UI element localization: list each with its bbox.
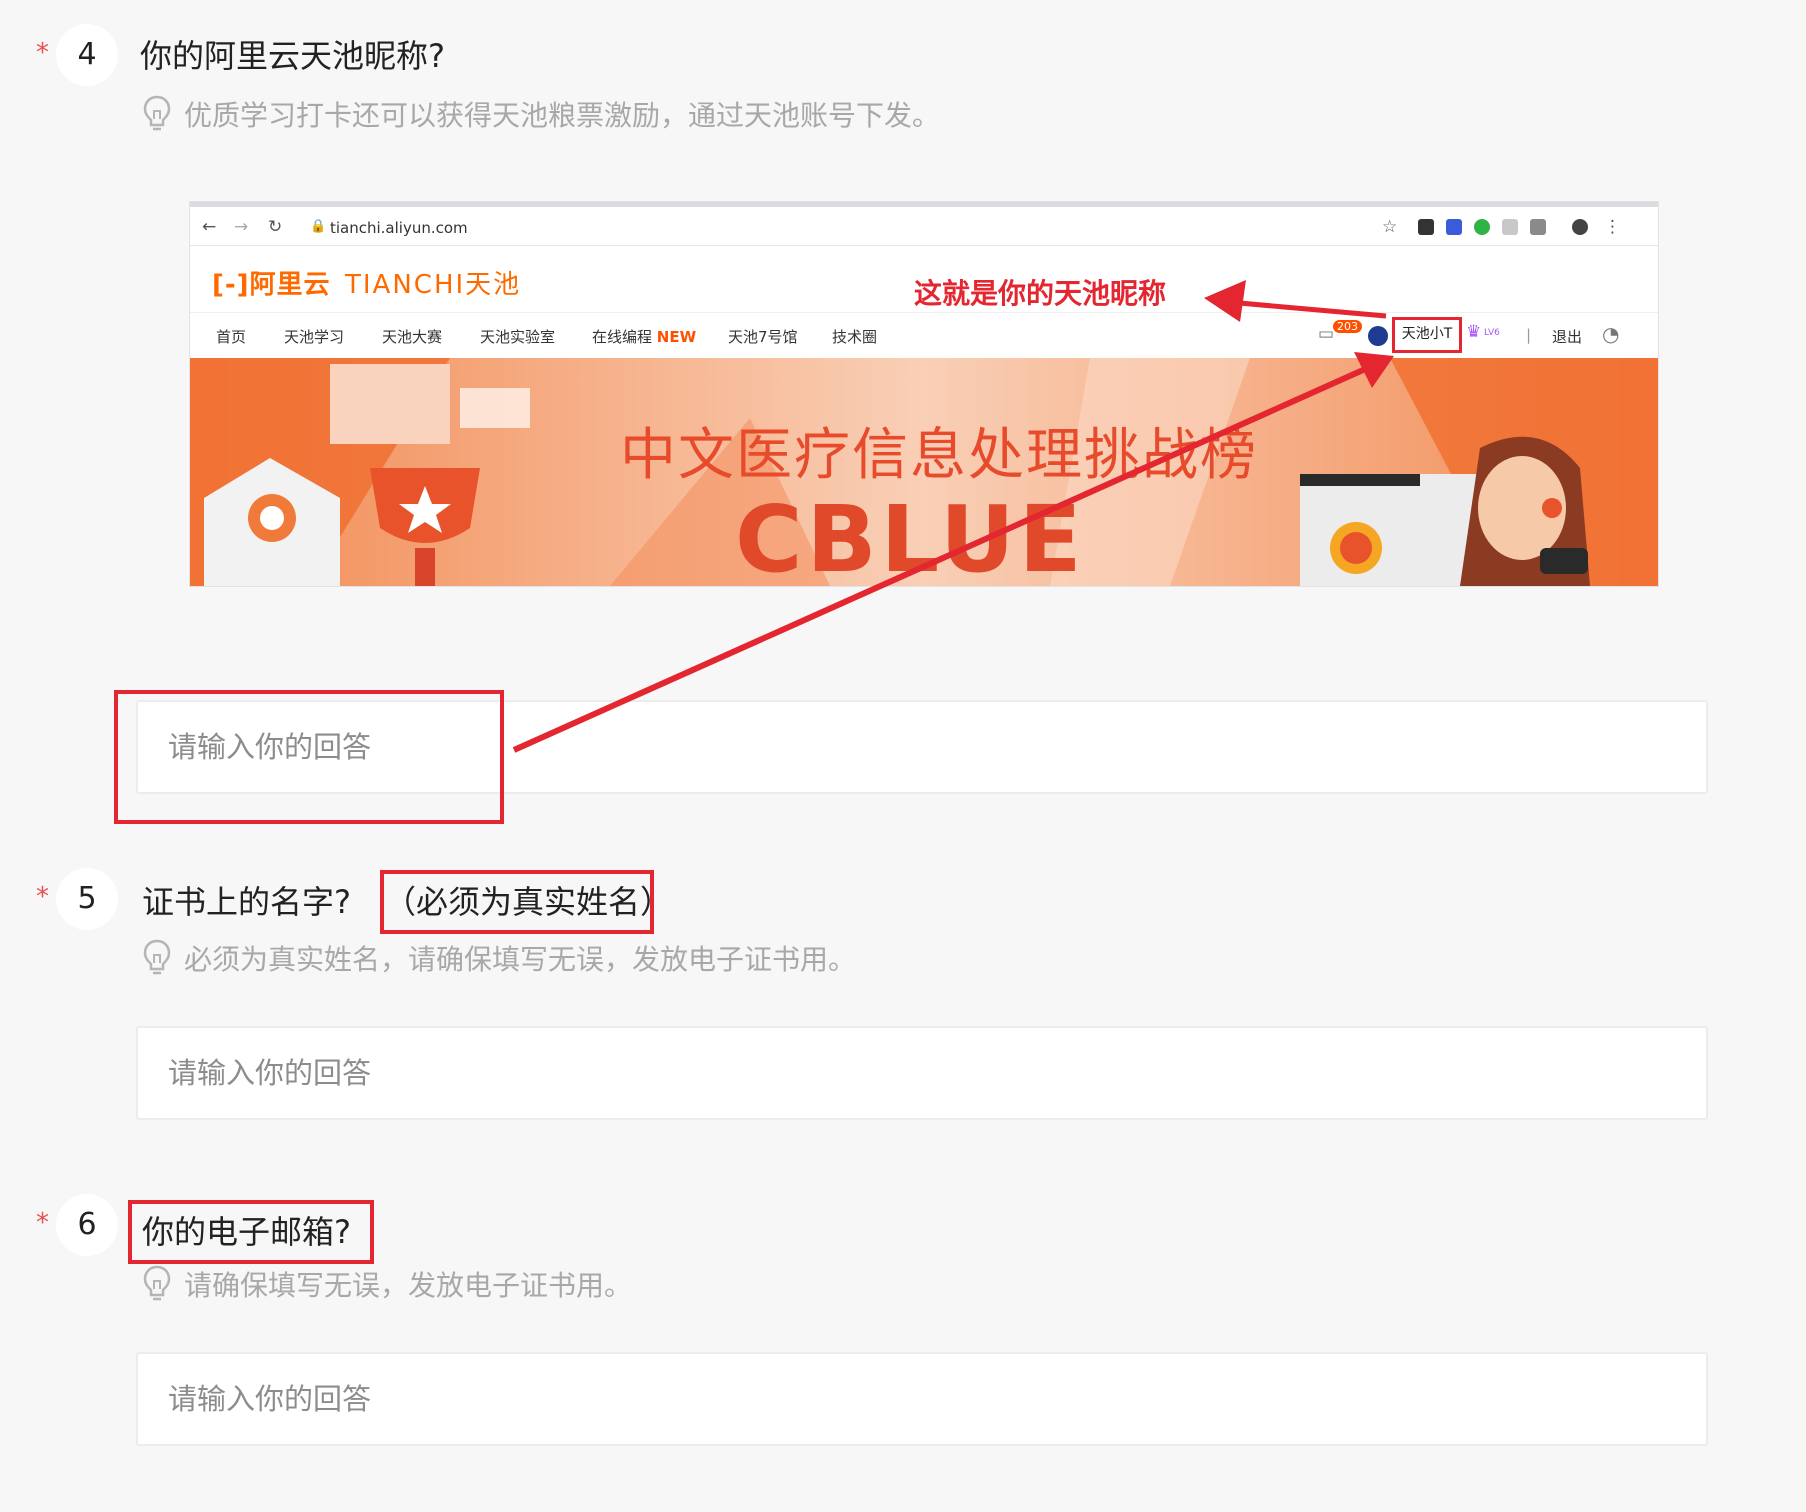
hint-text: 请确保填写无误，发放电子证书用。 [184, 1269, 633, 1302]
title-note: （必须为真实姓名） [384, 883, 673, 921]
extension-icon [1530, 219, 1546, 235]
answer-field[interactable] [136, 1026, 1708, 1120]
title-note-highlight: （必须为真实姓名） [380, 870, 672, 934]
required-asterisk: * [36, 882, 49, 912]
menu-icon: ⋮ [1604, 217, 1621, 237]
question-title: 你的阿里云天池昵称? [140, 37, 445, 75]
question-number: 6 [56, 1194, 118, 1256]
site-navbar: 首页 天池学习 天池大赛 天池实验室 在线编程 NEW 天池7号馆 技术圈 ▭ … [190, 312, 1658, 358]
callout-text: 这就是你的天池昵称 [914, 277, 1167, 310]
competition-banner: 中文医疗信息处理挑战榜 CBLUE [190, 358, 1658, 586]
new-tag: NEW [656, 328, 697, 346]
banner-title: 中文医疗信息处理挑战榜 [620, 423, 1258, 488]
lightbulb-icon [143, 95, 171, 131]
message-icon: ▭ [1318, 324, 1335, 344]
nav-item: 首页 [216, 328, 247, 346]
level-badge: LV6 [1484, 328, 1500, 338]
question-title: 证书上的名字? [142, 882, 351, 922]
lock-icon: 🔒 [310, 219, 327, 234]
reload-icon: ↻ [268, 217, 283, 237]
required-asterisk: * [36, 38, 49, 68]
forward-icon: → [234, 217, 249, 237]
language-icon: ◔ [1602, 322, 1620, 346]
extension-icon [1446, 219, 1462, 235]
nav-item: 天池7号馆 [728, 328, 798, 346]
question-title-text: 证书上的名字? [142, 883, 351, 921]
username: 天池小T [1401, 326, 1453, 342]
star-icon: ☆ [1382, 217, 1398, 237]
question-hint: 必须为真实姓名，请确保填写无误，发放电子证书用。 [142, 938, 856, 978]
extension-icon [1418, 219, 1434, 235]
answer-input[interactable] [138, 1028, 1706, 1118]
required-asterisk: * [36, 1208, 49, 1238]
lightbulb-icon [143, 939, 171, 975]
profile-icon [1572, 219, 1588, 235]
url-text: tianchi.aliyun.com [330, 219, 468, 237]
tianchi-logo: TIANCHI天池 [345, 270, 522, 300]
lightbulb-icon [143, 1265, 171, 1301]
nav-item: 技术圈 [832, 328, 878, 346]
username-highlight: 天池小T [1392, 317, 1462, 353]
back-icon: ← [202, 217, 217, 237]
nav-item: 天池大赛 [382, 328, 443, 346]
extension-icon [1502, 219, 1518, 235]
question-number: 4 [56, 24, 118, 86]
banner-subtitle: CBLUE [735, 486, 1086, 586]
nav-item: 天池实验室 [480, 328, 556, 346]
question-title-text: 你的电子邮箱? [142, 1213, 351, 1251]
hint-text: 优质学习打卡还可以获得天池粮票激励，通过天池账号下发。 [184, 99, 941, 132]
example-screenshot: ← → ↻ 🔒 tianchi.aliyun.com ☆ ⋮ [-]阿里云 TI… [190, 202, 1658, 586]
answer-field[interactable] [136, 1352, 1708, 1446]
question-number: 5 [56, 868, 118, 930]
crown-icon: ♛ [1466, 322, 1482, 342]
question-hint: 优质学习打卡还可以获得天池粮票激励，通过天池账号下发。 [142, 94, 940, 134]
answer-highlight-box [114, 690, 504, 824]
aliyun-logo: [-]阿里云 [212, 270, 331, 300]
nav-item: 天池学习 [284, 328, 345, 346]
browser-address-bar: ← → ↻ 🔒 tianchi.aliyun.com ☆ ⋮ [190, 202, 1658, 246]
title-highlight: 你的电子邮箱? [128, 1200, 374, 1264]
question-hint: 请确保填写无误，发放电子证书用。 [142, 1264, 632, 1304]
nav-item-label: 在线编程 [592, 328, 653, 346]
hint-text: 必须为真实姓名，请确保填写无误，发放电子证书用。 [184, 943, 857, 976]
site-header: [-]阿里云 TIANCHI天池 这就是你的天池昵称 [190, 246, 1658, 313]
extension-icon [1474, 219, 1490, 235]
answer-input[interactable] [138, 1354, 1706, 1444]
divider: | [1526, 326, 1532, 344]
nav-item: 在线编程 NEW [592, 326, 696, 347]
avatar [1368, 326, 1388, 346]
message-count-badge: 203 [1333, 320, 1362, 333]
logout-link: 退出 [1552, 328, 1583, 346]
